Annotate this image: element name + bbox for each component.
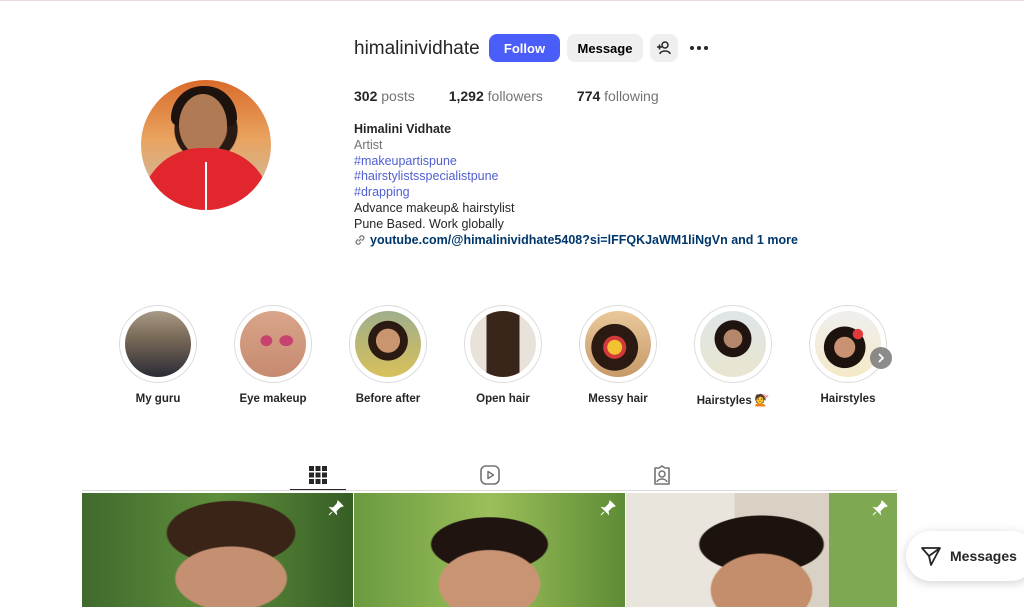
highlight-open-hair[interactable]: Open hair <box>463 305 543 405</box>
bio-link[interactable]: youtube.com/@himalinividhate5408?si=lFFQ… <box>354 233 798 249</box>
pin-icon <box>872 500 888 516</box>
tab-reels[interactable] <box>462 460 518 490</box>
bio-category: Artist <box>354 137 383 152</box>
bio-hashtag[interactable]: #makeupartispune <box>354 154 798 170</box>
bio-name: Himalini Vidhate <box>354 122 452 136</box>
following-stat[interactable]: 774 following <box>577 88 659 104</box>
post-thumbnail[interactable] <box>626 493 897 607</box>
add-user-icon <box>657 41 671 55</box>
highlight-my-guru[interactable]: My guru <box>118 305 198 405</box>
highlight-before-after[interactable]: Before after <box>348 305 428 405</box>
post-thumbnail[interactable] <box>354 493 625 607</box>
suggested-users-button[interactable] <box>650 34 678 62</box>
highlight-hairstyles-1[interactable]: Hairstyles 💇 <box>693 305 773 407</box>
more-options-icon <box>690 46 708 50</box>
tabs-divider <box>82 490 897 491</box>
highlight-thumbnail <box>700 311 766 377</box>
highlights-next-button[interactable] <box>870 347 892 369</box>
profile-bio: Himalini Vidhate Artist #makeupartispune… <box>354 122 798 248</box>
posts-stat: 302 posts <box>354 88 415 104</box>
reels-icon <box>480 465 500 485</box>
post-thumbnail[interactable] <box>82 493 353 607</box>
tab-posts[interactable] <box>290 460 346 490</box>
bio-line: Advance makeup& hairstylist <box>354 200 515 215</box>
profile-stats: 302 posts 1,292 followers 774 following <box>354 88 693 104</box>
highlight-thumbnail <box>470 311 536 377</box>
message-button[interactable]: Message <box>567 34 643 62</box>
followers-stat[interactable]: 1,292 followers <box>449 88 543 104</box>
highlight-thumbnail <box>355 311 421 377</box>
messages-button[interactable]: Messages <box>906 531 1024 581</box>
highlight-thumbnail <box>125 311 191 377</box>
bio-hashtag[interactable]: #drapping <box>354 185 798 201</box>
bio-line: Pune Based. Work globally <box>354 216 504 231</box>
pin-icon <box>600 500 616 516</box>
grid-icon <box>309 465 327 484</box>
link-icon <box>355 235 365 246</box>
options-button[interactable] <box>685 34 713 62</box>
follow-button[interactable]: Follow <box>489 34 560 62</box>
chevron-right-icon <box>878 353 885 363</box>
bio-hashtag[interactable]: #hairstylistsspecialistpune <box>354 169 798 185</box>
pin-icon <box>328 500 344 516</box>
direct-message-icon <box>921 547 941 566</box>
profile-username: himalinividhate <box>354 38 480 59</box>
tagged-icon <box>654 465 670 485</box>
top-border <box>0 0 1024 1</box>
tab-tagged[interactable] <box>634 460 690 490</box>
highlight-thumbnail <box>585 311 651 377</box>
profile-avatar[interactable] <box>141 80 271 210</box>
highlight-messy-hair[interactable]: Messy hair <box>578 305 658 405</box>
highlight-eye-makeup[interactable]: Eye makeup <box>233 305 313 405</box>
highlight-thumbnail <box>240 311 306 377</box>
highlight-thumbnail <box>815 311 881 377</box>
